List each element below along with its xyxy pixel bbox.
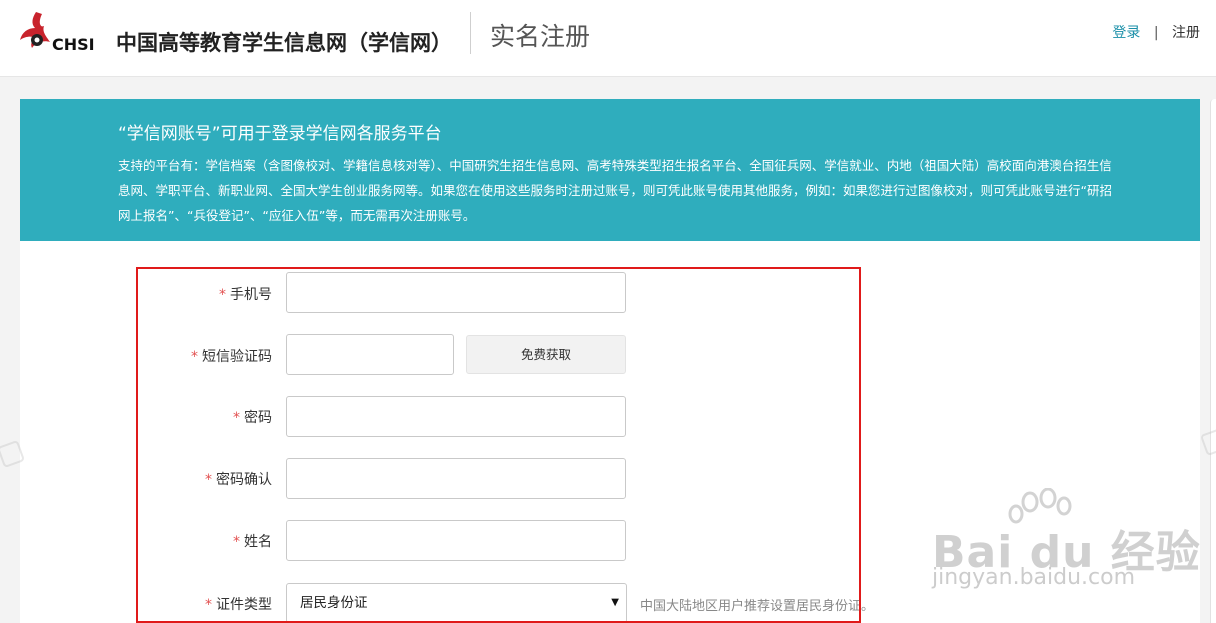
register-link[interactable]: 注册 <box>1172 25 1200 41</box>
banner-title: “学信网账号”可用于登录学信网各服务平台 <box>118 124 442 144</box>
login-link[interactable]: 登录 <box>1112 25 1140 41</box>
header-divider <box>470 12 471 54</box>
top-links: 登录 | 注册 <box>1112 22 1200 42</box>
stamp-watermark <box>1199 427 1216 457</box>
highlight-box <box>136 267 861 623</box>
banner-description: 支持的平台有：学信档案（含图像校对、学籍信息核对等）、中国研究生招生信息网、高考… <box>118 158 1112 223</box>
page-title: 实名注册 <box>490 22 591 51</box>
info-banner: “学信网账号”可用于登录学信网各服务平台 支持的平台有：学信档案（含图像校对、学… <box>20 99 1200 241</box>
watermark-url: jingyan.baidu.com <box>932 565 1136 590</box>
chsi-logo[interactable]: CHSI <box>18 10 100 56</box>
link-separator: | <box>1153 25 1159 41</box>
side-widget-edge <box>1210 99 1216 623</box>
logo-text: CHSI <box>52 35 95 54</box>
site-name[interactable]: 中国高等教育学生信息网（学信网） <box>116 27 452 57</box>
site-header: CHSI 中国高等教育学生信息网（学信网） 实名注册 登录 | 注册 <box>0 0 1216 77</box>
